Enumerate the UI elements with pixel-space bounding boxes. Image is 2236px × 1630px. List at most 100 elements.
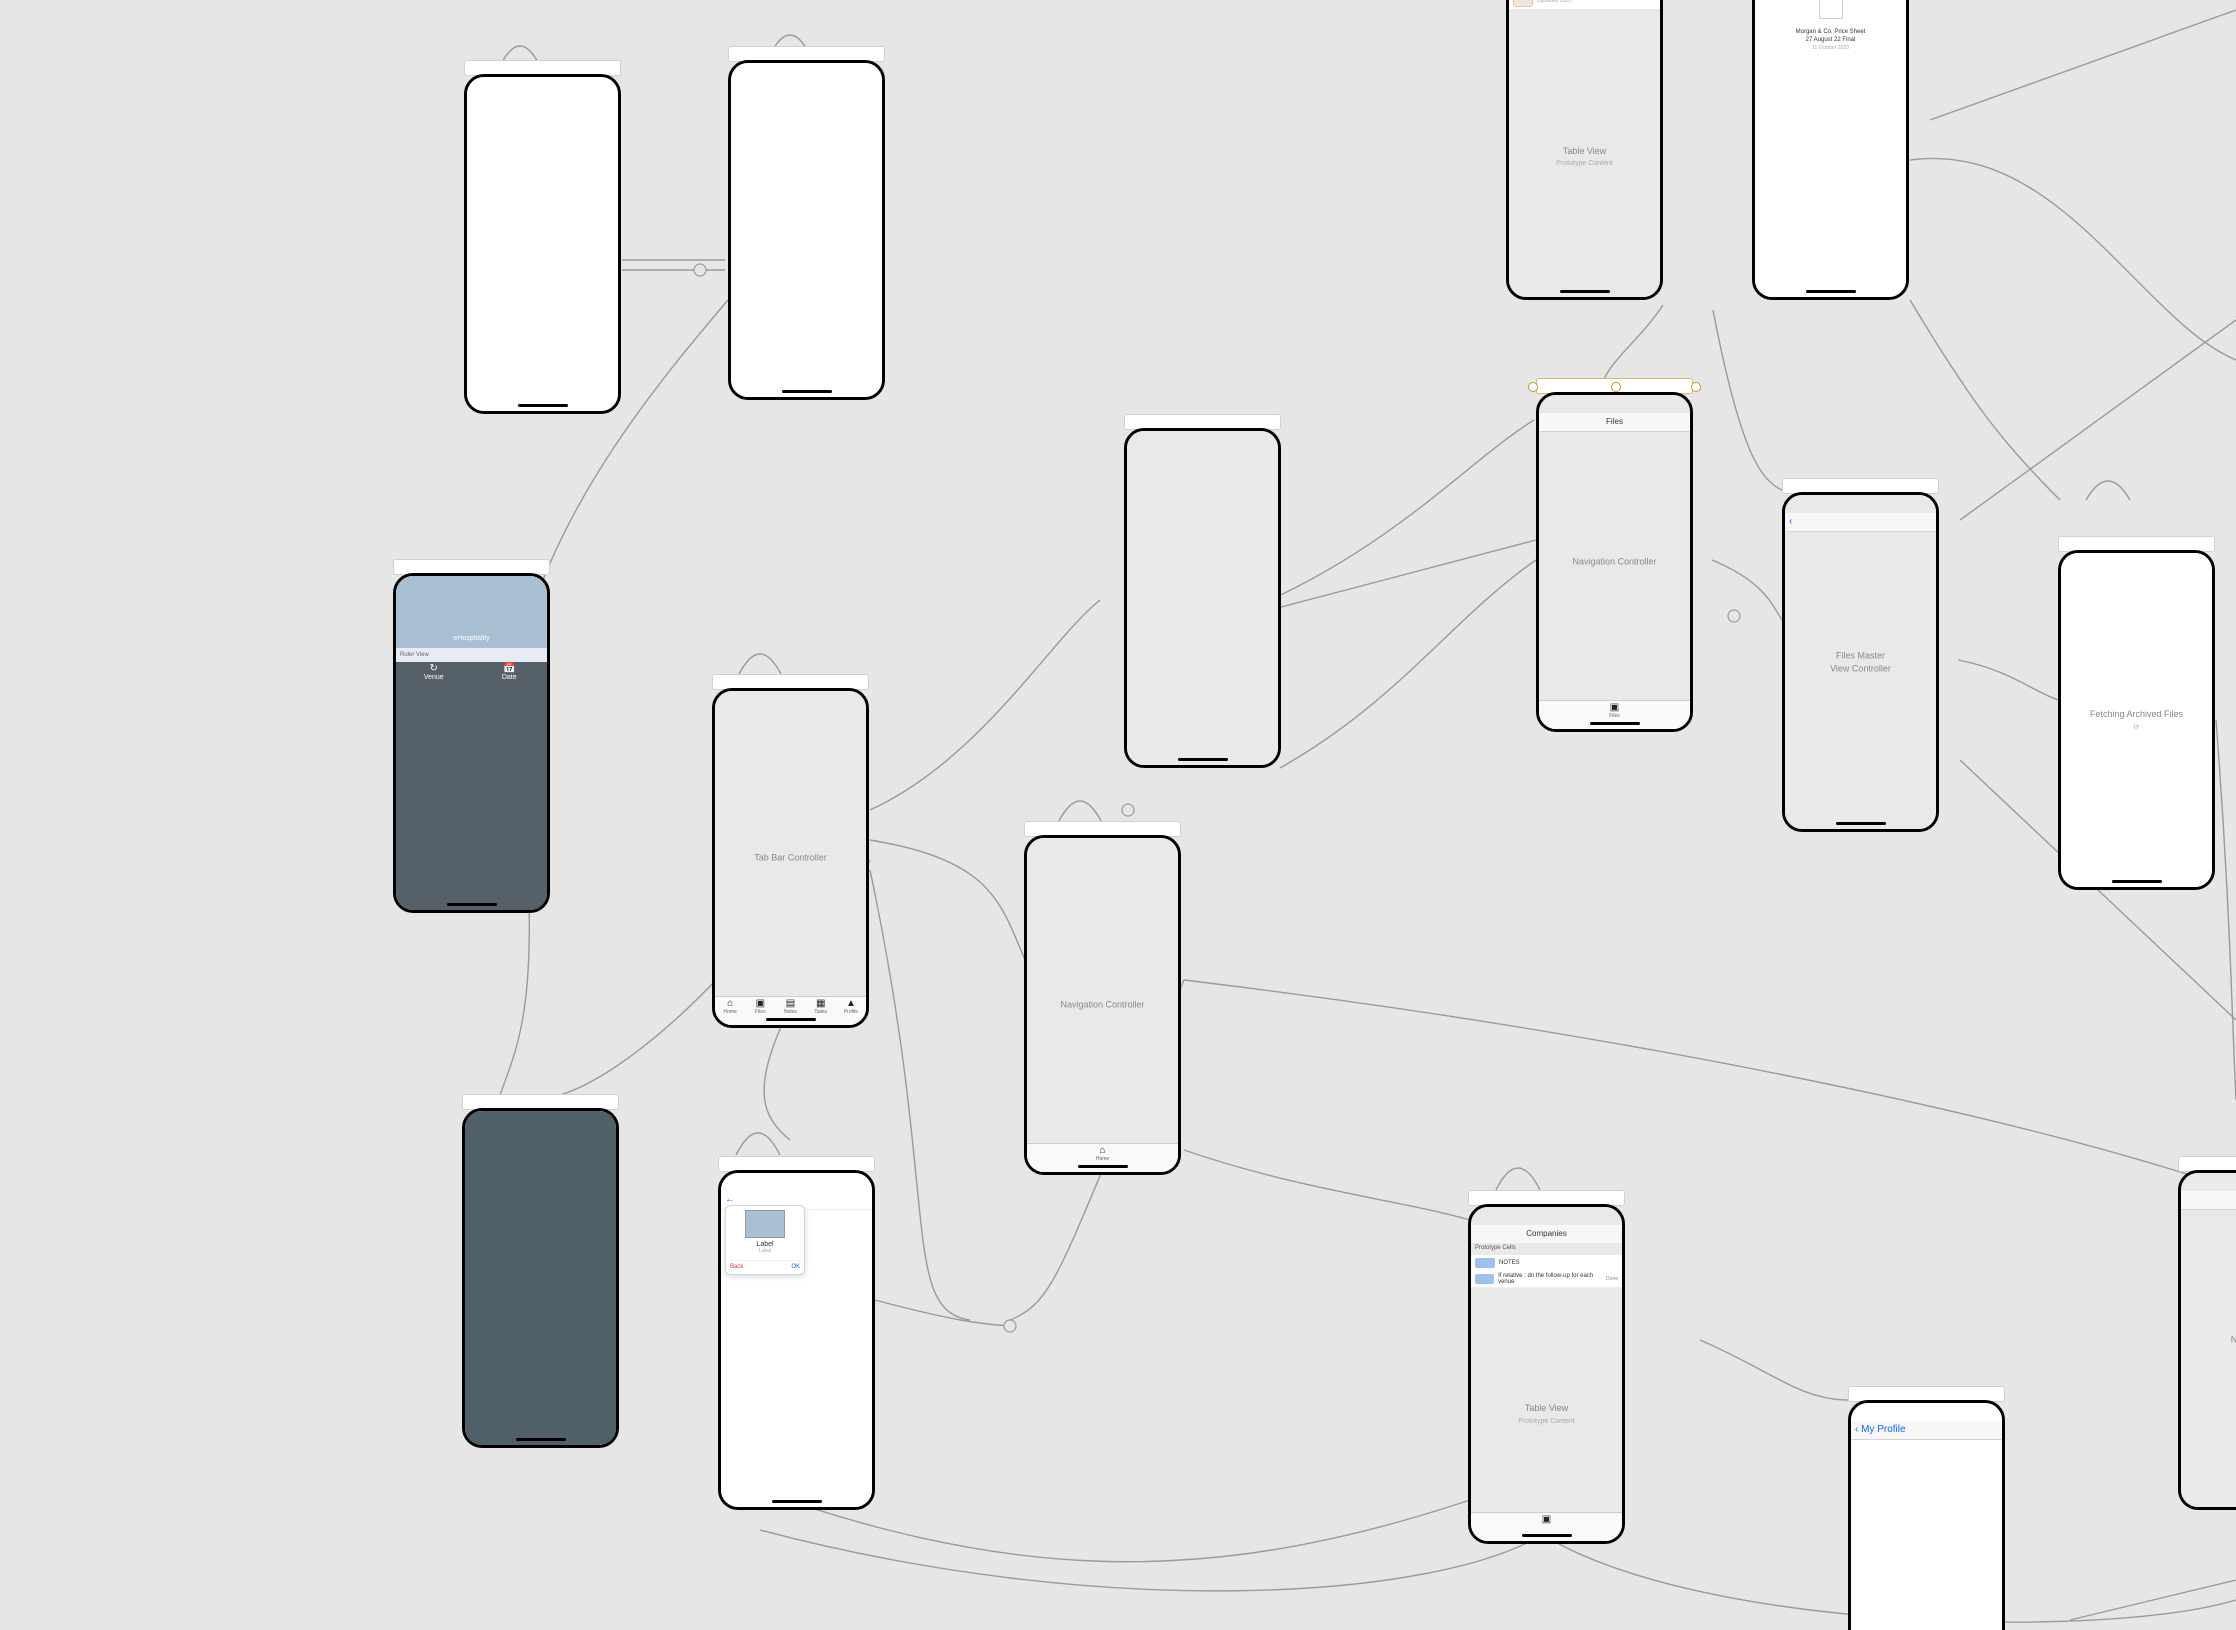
phone-frame: Tab Bar Controller ⌂Home ▣Files ▤Notes ▦…: [712, 688, 869, 1028]
doc-meta: Morgan & Co. Price Sheet 27 August 22 Fi…: [1755, 29, 1906, 51]
placeholder-label: Navigation Controller: [1539, 556, 1690, 569]
table-row[interactable]: If relative : do the follow-up for each …: [1471, 1271, 1622, 1288]
navigation-bar: Companies: [1471, 1225, 1622, 1244]
home-icon: ⌂: [1027, 1146, 1178, 1156]
phone-frame: Fetching Archived Files ⟳: [2058, 550, 2215, 890]
back-chevron-icon[interactable]: ‹: [1789, 513, 1792, 531]
phone-frame: [464, 74, 621, 414]
nav-title: Companies: [1526, 1229, 1566, 1238]
label-text: Navigation Controller: [1033, 999, 1172, 1012]
scene-my-profile[interactable]: ‹ My Profile: [1848, 1400, 2005, 1630]
doc-title: Morgan & Co. Price Sheet: [1755, 29, 1906, 37]
scene-file-doc[interactable]: Morgan & Co. Price Sheet 27 August 22 Fi…: [1752, 0, 1909, 300]
tab-label: Date: [502, 674, 517, 681]
phone-frame: Files Navigation Controller ▣ Files: [1536, 392, 1693, 732]
segment-tabs[interactable]: ↻ Venue 📅 Date: [396, 662, 547, 690]
navigation-bar: Files: [1539, 413, 1690, 432]
section-header: Prototype Cells: [1471, 1243, 1622, 1253]
profile-icon: ▲: [836, 999, 866, 1009]
label-sub: Prototype Content: [1515, 159, 1654, 169]
phone-frame: ‹ Files Master View Controller: [1782, 492, 1939, 832]
phone-frame: [1124, 428, 1281, 768]
preview-card[interactable]: Label Label Back OK: [725, 1205, 805, 1275]
phone-frame: Navigation Controller ⌂ Home: [1024, 835, 1181, 1175]
note-icon: ▤: [775, 999, 805, 1009]
calendar-icon: 📅: [472, 664, 548, 674]
card-back-button[interactable]: Back: [730, 1264, 743, 1270]
navigation-bar: Files: [2181, 1191, 2236, 1210]
scene-tab-bar-controller[interactable]: Tab Bar Controller ⌂Home ▣Files ▤Notes ▦…: [712, 688, 869, 1028]
header: eHospitality: [396, 576, 547, 648]
label-text: Fetching Archived Files: [2067, 708, 2206, 721]
file-row[interactable]: Morgan & Co. FSA Uploaded 2023: [1509, 0, 1660, 9]
row-chip: [1475, 1258, 1495, 1268]
phone-frame: Companies Prototype Cells NOTES If relat…: [1468, 1204, 1625, 1544]
placeholder-label: Navigation C: [2181, 1334, 2236, 1347]
refresh-icon: ↻: [396, 664, 472, 674]
row-chip: [1475, 1274, 1494, 1284]
placeholder-label: Table View Prototype Content: [1509, 145, 1660, 169]
label-text: Tab Bar Controller: [721, 852, 860, 865]
scene-archived-files[interactable]: Fetching Archived Files ⟳: [2058, 550, 2215, 890]
row-badge: Done: [1606, 1276, 1618, 1282]
nav-title: Files: [1606, 417, 1623, 426]
label-sub: Prototype Content: [1477, 1416, 1616, 1426]
placeholder-label: Navigation Controller: [1027, 999, 1178, 1012]
doc-subtitle: 27 August 22 Final: [1755, 37, 1906, 45]
scene-nav-side[interactable]: Files Navigation C: [2178, 1170, 2236, 1510]
ruler-row: Ruler View: [396, 648, 547, 662]
tab-profile[interactable]: ▲Profile: [836, 997, 866, 1025]
table-row[interactable]: NOTES: [1471, 1255, 1622, 1272]
placeholder-label: Fetching Archived Files ⟳: [2061, 708, 2212, 732]
file-thumb: [1513, 0, 1533, 7]
home-icon: ⌂: [715, 999, 745, 1009]
folder-icon: ▣: [745, 999, 775, 1009]
navigation-bar: ‹ My Profile: [1851, 1421, 2002, 1440]
phone-frame: ← Label Label Back OK: [718, 1170, 875, 1510]
scene-venue-date[interactable]: eHospitality Ruler View ↻ Venue 📅 Date: [393, 573, 550, 913]
label-text: Table View: [1477, 1402, 1616, 1415]
navigation-bar: ‹: [1785, 513, 1936, 532]
back-button[interactable]: ‹ My Profile: [1855, 1421, 1906, 1439]
tab-icon: ▣: [1471, 1515, 1622, 1525]
label-text: Table View: [1515, 145, 1654, 158]
phone-frame: Morgan & Co. FSA Uploaded 2023 Table Vie…: [1506, 0, 1663, 300]
placeholder-label: Files Master View Controller: [1785, 649, 1936, 674]
phone-frame: [728, 60, 885, 400]
tab-home[interactable]: ⌂Home: [715, 997, 745, 1025]
card-ok-button[interactable]: OK: [791, 1264, 800, 1270]
doc-date: 11 October 2023: [1755, 45, 1906, 52]
scene-dark[interactable]: [462, 1108, 619, 1448]
preview-thumb: [745, 1210, 785, 1238]
scene-blank-2[interactable]: [728, 60, 885, 400]
scene-blank-1[interactable]: [464, 74, 621, 414]
tab-venue[interactable]: ↻ Venue: [396, 662, 472, 690]
card-label: Label: [730, 1241, 800, 1248]
phone-frame: Files Navigation C: [2178, 1170, 2236, 1510]
content-area: [396, 690, 547, 910]
scene-navigation-controller[interactable]: Navigation Controller ⌂ Home: [1024, 835, 1181, 1175]
label-text: Navigation Controller: [1545, 556, 1684, 569]
file-subtitle: Uploaded 2023: [1537, 0, 1587, 4]
doc-preview: [1807, 0, 1855, 23]
folder-icon: ▣: [1539, 703, 1690, 713]
scene-blank-filled[interactable]: [1124, 428, 1281, 768]
header-title: eHospitality: [396, 635, 547, 642]
placeholder-label: Table View Prototype Content: [1471, 1402, 1622, 1426]
card-sublabel: Label: [730, 1248, 800, 1254]
tab-label: Venue: [424, 674, 444, 681]
scene-table-view-top[interactable]: Morgan & Co. FSA Uploaded 2023 Table Vie…: [1506, 0, 1663, 300]
phone-frame: [462, 1108, 619, 1448]
label-text: Navigation C: [2187, 1334, 2236, 1347]
scene-companies[interactable]: Companies Prototype Cells NOTES If relat…: [1468, 1204, 1625, 1544]
task-icon: ▦: [806, 999, 836, 1009]
label-text: Files Master View Controller: [1791, 649, 1930, 674]
scene-files-master[interactable]: ‹ Files Master View Controller: [1782, 492, 1939, 832]
scene-nav-files[interactable]: Files Navigation Controller ▣ Files: [1536, 392, 1693, 732]
row-text: NOTES: [1499, 1260, 1520, 1266]
activity-indicator-icon: ⟳: [2067, 722, 2206, 732]
tab-date[interactable]: 📅 Date: [472, 662, 548, 690]
scene-popup[interactable]: ← Label Label Back OK: [718, 1170, 875, 1510]
placeholder-label: Tab Bar Controller: [715, 852, 866, 865]
phone-frame: eHospitality Ruler View ↻ Venue 📅 Date: [393, 573, 550, 913]
